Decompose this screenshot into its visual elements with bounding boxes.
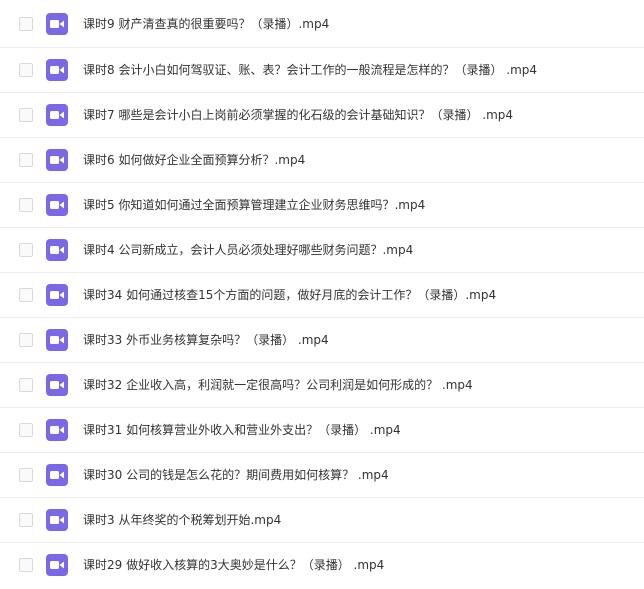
file-name[interactable]: 课时34 如何通过核查15个方面的问题，做好月底的会计工作？（录播）.mp4 [83, 287, 496, 303]
file-checkbox[interactable] [19, 153, 33, 167]
file-row[interactable]: 课时5 你知道如何通过全面预算管理建立企业财务思维吗？.mp4 [0, 183, 644, 228]
file-name[interactable]: 课时29 做好收入核算的3大奥妙是什么？（录播） .mp4 [83, 557, 384, 573]
file-row[interactable]: 课时7 哪些是会计小白上岗前必须掌握的化石级的会计基础知识？（录播） .mp4 [0, 93, 644, 138]
file-checkbox[interactable] [19, 333, 33, 347]
file-checkbox[interactable] [19, 108, 33, 122]
video-icon [46, 12, 68, 35]
video-icon [46, 509, 68, 531]
video-icon [46, 329, 68, 351]
file-row[interactable]: 课时29 做好收入核算的3大奥妙是什么？（录播） .mp4 [0, 543, 644, 587]
file-row[interactable]: 课时6 如何做好企业全面预算分析？.mp4 [0, 138, 644, 183]
file-name[interactable]: 课时30 公司的钱是怎么花的？期间费用如何核算？ .mp4 [83, 467, 389, 483]
video-icon [46, 419, 68, 441]
file-checkbox[interactable] [19, 16, 33, 31]
video-icon [46, 149, 68, 171]
video-icon [46, 239, 68, 261]
file-row[interactable]: 课时32 企业收入高，利润就一定很高吗？公司利润是如何形成的？ .mp4 [0, 363, 644, 408]
file-checkbox[interactable] [19, 513, 33, 527]
file-name[interactable]: 课时9 财产清查真的很重要吗？（录播）.mp4 [83, 16, 329, 32]
file-name[interactable]: 课时5 你知道如何通过全面预算管理建立企业财务思维吗？.mp4 [83, 197, 425, 213]
video-icon [46, 554, 68, 576]
file-checkbox[interactable] [19, 243, 33, 257]
file-row[interactable]: 课时31 如何核算营业外收入和营业外支出？（录播） .mp4 [0, 408, 644, 453]
video-icon [46, 194, 68, 216]
file-checkbox[interactable] [19, 63, 33, 77]
video-icon [46, 284, 68, 306]
file-name[interactable]: 课时3 从年终奖的个税筹划开始.mp4 [83, 512, 281, 528]
video-icon [46, 104, 68, 126]
file-row[interactable]: 课时3 从年终奖的个税筹划开始.mp4 [0, 498, 644, 543]
file-checkbox[interactable] [19, 288, 33, 302]
file-row[interactable]: 课时4 公司新成立，会计人员必须处理好哪些财务问题？.mp4 [0, 228, 644, 273]
file-row[interactable]: 课时33 外币业务核算复杂吗？（录播） .mp4 [0, 318, 644, 363]
file-name[interactable]: 课时31 如何核算营业外收入和营业外支出？（录播） .mp4 [83, 422, 401, 438]
video-icon [46, 464, 68, 486]
file-checkbox[interactable] [19, 198, 33, 212]
file-row[interactable]: 课时9 财产清查真的很重要吗？（录播）.mp4 [0, 0, 644, 48]
file-row[interactable]: 课时8 会计小白如何驾驭证、账、表？会计工作的一般流程是怎样的？（录播） .mp… [0, 48, 644, 93]
file-name[interactable]: 课时8 会计小白如何驾驭证、账、表？会计工作的一般流程是怎样的？（录播） .mp… [83, 62, 537, 78]
file-name[interactable]: 课时7 哪些是会计小白上岗前必须掌握的化石级的会计基础知识？（录播） .mp4 [83, 107, 513, 123]
file-row[interactable]: 课时34 如何通过核查15个方面的问题，做好月底的会计工作？（录播）.mp4 [0, 273, 644, 318]
video-icon [46, 59, 68, 81]
file-checkbox[interactable] [19, 558, 33, 572]
video-icon [46, 374, 68, 396]
file-list: 课时9 财产清查真的很重要吗？（录播）.mp4 课时8 会计小白如何驾驭证、账、… [0, 0, 644, 589]
file-name[interactable]: 课时33 外币业务核算复杂吗？（录播） .mp4 [83, 332, 329, 348]
file-name[interactable]: 课时32 企业收入高，利润就一定很高吗？公司利润是如何形成的？ .mp4 [83, 377, 473, 393]
file-row[interactable]: 课时30 公司的钱是怎么花的？期间费用如何核算？ .mp4 [0, 453, 644, 498]
file-checkbox[interactable] [19, 423, 33, 437]
file-name[interactable]: 课时6 如何做好企业全面预算分析？.mp4 [83, 152, 305, 168]
file-name[interactable]: 课时4 公司新成立，会计人员必须处理好哪些财务问题？.mp4 [83, 242, 413, 258]
file-checkbox[interactable] [19, 378, 33, 392]
file-checkbox[interactable] [19, 468, 33, 482]
